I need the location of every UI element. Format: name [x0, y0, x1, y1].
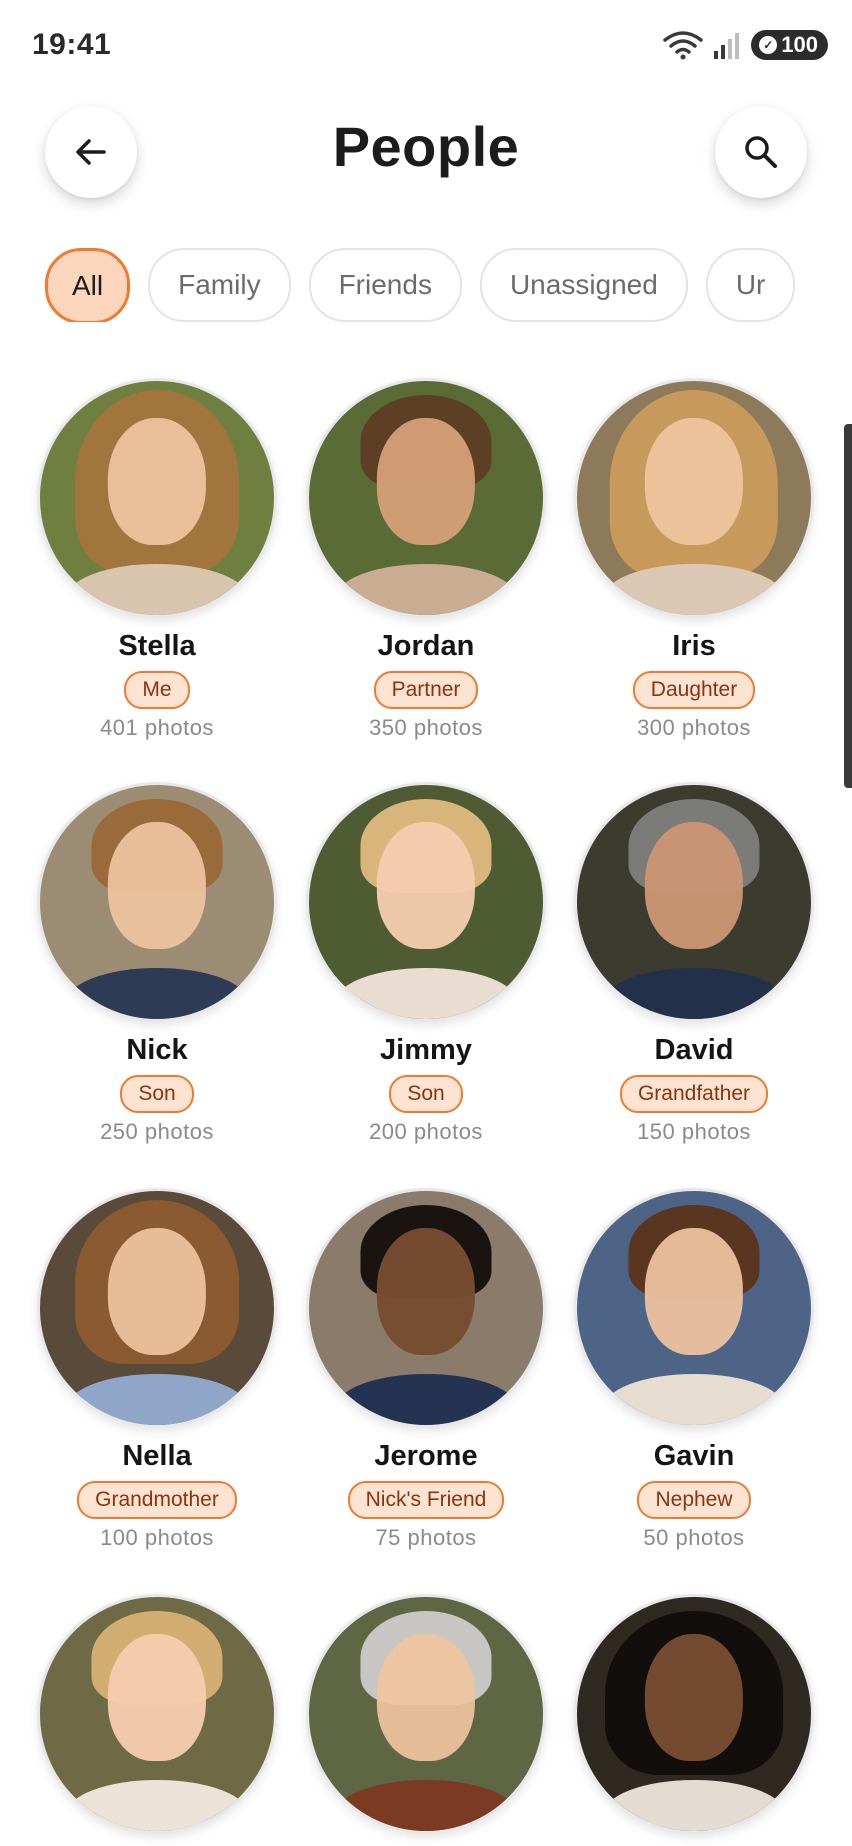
relation-badge: Grandmother	[77, 1481, 237, 1519]
relation-badge: Son	[389, 1075, 463, 1113]
filter-chip-overflow[interactable]: Ur	[705, 248, 796, 322]
status-bar: 19:41 ✓ 100	[0, 0, 852, 96]
filter-chip-friends[interactable]: Friends	[308, 248, 462, 322]
wifi-icon	[663, 31, 704, 60]
signal-icon	[714, 33, 740, 59]
avatar	[37, 1594, 277, 1834]
relation-badge: Partner	[373, 671, 479, 709]
avatar	[37, 1188, 277, 1428]
person-name: David	[654, 1034, 734, 1066]
filter-chips: All Family Friends Unassigned Ur	[45, 248, 807, 322]
status-icons: ✓ 100	[663, 30, 828, 60]
person-card-unnamed-2[interactable]	[292, 1594, 560, 1834]
relation-badge: Nick's Friend	[347, 1481, 505, 1519]
scrollbar[interactable]	[844, 424, 852, 788]
person-card-unnamed-3[interactable]	[560, 1594, 828, 1834]
filter-chip-all[interactable]: All	[45, 248, 131, 322]
photo-count: 401 photos	[100, 715, 214, 740]
avatar	[574, 378, 814, 618]
photo-count: 200 photos	[369, 1119, 483, 1144]
photo-count: 350 photos	[369, 715, 483, 740]
avatar	[306, 1594, 546, 1834]
search-button[interactable]	[715, 106, 807, 198]
battery-indicator: ✓ 100	[751, 30, 828, 60]
status-time: 19:41	[32, 28, 112, 61]
person-card-jimmy[interactable]: Jimmy Son 200 photos	[292, 782, 560, 1145]
person-card-jerome[interactable]: Jerome Nick's Friend 75 photos	[292, 1188, 560, 1551]
person-name: Jerome	[374, 1440, 478, 1472]
relation-badge: Me	[124, 671, 190, 709]
person-name: Gavin	[653, 1440, 735, 1472]
person-name: Jimmy	[380, 1034, 472, 1066]
relation-badge: Grandfather	[619, 1075, 769, 1113]
photo-count: 50 photos	[643, 1525, 745, 1550]
photo-count: 100 photos	[100, 1525, 214, 1550]
avatar	[306, 378, 546, 618]
person-name: Nick	[126, 1034, 188, 1066]
person-card-david[interactable]: David Grandfather 150 photos	[560, 782, 828, 1145]
person-name: Iris	[672, 630, 716, 662]
filter-chip-unassigned[interactable]: Unassigned	[479, 248, 688, 322]
photo-count: 75 photos	[375, 1525, 477, 1550]
person-name: Nella	[122, 1440, 192, 1472]
avatar	[574, 1594, 814, 1834]
person-card-gavin[interactable]: Gavin Nephew 50 photos	[560, 1188, 828, 1551]
photo-count: 250 photos	[100, 1119, 214, 1144]
person-card-stella[interactable]: Stella Me 401 photos	[23, 378, 291, 741]
shield-icon: ✓	[759, 36, 778, 54]
person-card-unnamed-1[interactable]	[23, 1594, 291, 1834]
avatar	[574, 782, 814, 1022]
top-bar: People	[0, 96, 852, 208]
person-name: Jordan	[377, 630, 475, 662]
avatar	[306, 1188, 546, 1428]
person-card-nick[interactable]: Nick Son 250 photos	[23, 782, 291, 1145]
battery-level: 100	[781, 32, 818, 57]
filter-chip-family[interactable]: Family	[148, 248, 291, 322]
photo-count: 150 photos	[637, 1119, 751, 1144]
avatar	[37, 378, 277, 618]
person-card-jordan[interactable]: Jordan Partner 350 photos	[292, 378, 560, 741]
person-name: Stella	[118, 630, 196, 662]
avatar	[574, 1188, 814, 1428]
avatar	[306, 782, 546, 1022]
search-icon	[745, 136, 777, 168]
avatar	[37, 782, 277, 1022]
photo-count: 300 photos	[637, 715, 751, 740]
person-card-iris[interactable]: Iris Daughter 300 photos	[560, 378, 828, 741]
relation-badge: Daughter	[632, 671, 756, 709]
person-card-nella[interactable]: Nella Grandmother 100 photos	[23, 1188, 291, 1551]
relation-badge: Nephew	[637, 1481, 751, 1519]
relation-badge: Son	[120, 1075, 194, 1113]
